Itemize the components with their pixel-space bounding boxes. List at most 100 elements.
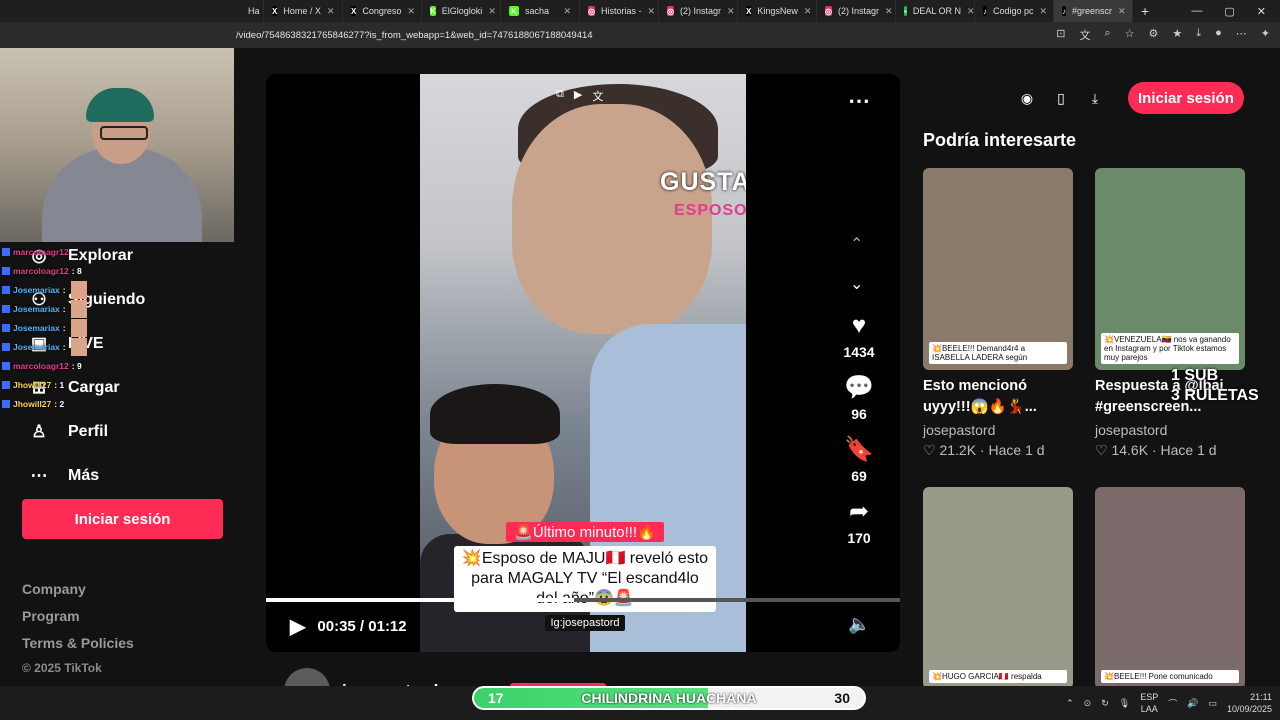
taskbar-clock[interactable]: 21:11 10/09/2025	[1227, 691, 1272, 715]
bookmark-icon: 🔖	[844, 436, 874, 463]
extensions-icon[interactable]: ⚙	[1149, 27, 1159, 43]
video-progress-bar[interactable]	[266, 598, 900, 602]
new-tab-button[interactable]: +	[1133, 0, 1157, 22]
caption-text: 💥Esposo de MAJU🇵🇪 reveló esto para MAGAL…	[454, 546, 716, 612]
footer-link[interactable]: Program	[22, 608, 134, 635]
minimize-icon[interactable]: —	[1191, 5, 1202, 17]
close-tab-icon[interactable]: ✕	[327, 6, 335, 17]
chat-line: Josemariax:	[2, 337, 122, 356]
like-button[interactable]: ♥ 1434	[834, 312, 884, 360]
favorite-star-icon[interactable]: ☆	[1125, 27, 1135, 43]
suggestions-title: Podría interesarte	[923, 130, 1077, 150]
url-text[interactable]: /video/7548638321765846277?is_from_webap…	[236, 30, 593, 41]
volume-tray-icon[interactable]: 🔊	[1187, 698, 1198, 709]
tab-favicon-icon: ◎	[667, 6, 674, 16]
save-button[interactable]: 🔖 69	[834, 436, 884, 484]
copilot-icon[interactable]: ✦	[1261, 27, 1270, 43]
tab-label: sacha	[525, 6, 550, 16]
maximize-icon[interactable]: ▢	[1224, 5, 1234, 18]
volume-icon[interactable]: 🔈	[848, 614, 870, 635]
close-tab-icon[interactable]: ✕	[407, 6, 415, 17]
close-tab-icon[interactable]: ✕	[1118, 6, 1126, 17]
more-options-icon[interactable]: ⋯	[848, 88, 870, 114]
browser-tab[interactable]: X Home / X ✕	[264, 0, 343, 22]
browser-tab[interactable]: ◎ (2) Instagr ✕	[817, 0, 896, 22]
browser-tab[interactable]: K ElGlogloki ✕	[422, 0, 501, 22]
browser-tab[interactable]: ▪ DEAL OR N ✕	[896, 0, 975, 22]
close-tab-icon[interactable]: ✕	[1040, 6, 1048, 17]
sync-icon[interactable]: ↻	[1101, 698, 1109, 709]
play-icon[interactable]: ▶	[290, 614, 305, 639]
browser-tab[interactable]: ◎ Historias - ✕	[580, 0, 659, 22]
pip-icon[interactable]: ⧉	[556, 88, 564, 104]
stream-chat: marcoloagr12 marcoloagr12: 8 Josemariax: Jo…	[2, 242, 122, 413]
video-thumbnail[interactable]: 💥BEELE!!! Pone comunicado	[1095, 487, 1245, 686]
video-thumbnail[interactable]: 💥VENEZUELA🇻🇪 nos va ganando en Instagram…	[1095, 168, 1245, 370]
card-title[interactable]: Esto mencionó uyyy!!!😱🔥💃...	[923, 376, 1073, 418]
chat-emote-icon	[70, 337, 87, 356]
video-author-row: josepastord	[284, 668, 607, 686]
browser-tab[interactable]: X KingsNew ✕	[738, 0, 817, 22]
video-thumbnail[interactable]: 💥HUGO GARCIA🇵🇪 respalda	[923, 487, 1073, 686]
browser-menu-icon[interactable]: ⋯	[1236, 27, 1247, 43]
card-author[interactable]: josepastord	[1095, 422, 1245, 438]
stream-roulette-bar: 17 CHILINDRINA HUACHANA 30	[472, 686, 866, 710]
footer-link[interactable]: Terms & Policies	[22, 635, 134, 662]
favorites-icon[interactable]: ★	[1172, 27, 1182, 43]
miniplayer-icon[interactable]: ▶	[574, 88, 582, 104]
card-author[interactable]: josepastord	[923, 422, 1073, 438]
close-window-icon[interactable]: ✕	[1257, 5, 1266, 18]
browser-tab[interactable]: Ha✕	[234, 0, 264, 22]
tray-app-icon[interactable]: ⊙	[1084, 698, 1092, 709]
device-icon[interactable]: ▯	[1050, 87, 1072, 109]
close-tab-icon[interactable]: ✕	[804, 6, 812, 17]
sidebar-item-5[interactable]: ♙ Perfil	[0, 410, 245, 454]
sidebar-login-button[interactable]: Iniciar sesión	[22, 499, 223, 539]
tray-chevron-icon[interactable]: ⌃	[1066, 698, 1074, 709]
translate-icon[interactable]: 文	[1079, 27, 1090, 43]
sidebar-item-6[interactable]: ⋯ Más	[0, 454, 245, 498]
close-tab-icon[interactable]: ✕	[727, 6, 735, 17]
close-tab-icon[interactable]: ✕	[967, 6, 974, 17]
video-tool-icons: ⧉ ▶ 文	[556, 88, 603, 104]
zoom-icon[interactable]: ⌕	[1104, 27, 1110, 43]
close-tab-icon[interactable]: ✕	[648, 6, 656, 17]
close-tab-icon[interactable]: ✕	[563, 6, 571, 17]
suggested-video-card[interactable]: 💥BEELE!!! Demand4r4 a ISABELLA LADERA se…	[923, 168, 1073, 459]
suggested-video-card[interactable]: 💥HUGO GARCIA🇵🇪 respalda	[923, 487, 1073, 686]
network-icon[interactable]: ⌒	[1168, 697, 1177, 710]
window-controls: — ▢ ✕	[1191, 0, 1280, 22]
install-app-icon[interactable]: ⊡	[1056, 27, 1065, 43]
video-player[interactable]: GUSTA ESPOSO ⧉ ▶ 文 🚨Último minuto!!!🔥 💥E…	[266, 74, 900, 652]
coin-icon[interactable]: ◉	[1016, 87, 1038, 109]
close-tab-icon[interactable]: ✕	[488, 6, 496, 17]
browser-tab[interactable]: X Congreso ✕	[343, 0, 422, 22]
next-video-icon[interactable]: ⌄	[850, 274, 863, 294]
header-login-button[interactable]: Iniciar sesión	[1128, 82, 1244, 114]
suggested-video-card[interactable]: 💥VENEZUELA🇻🇪 nos va ganando en Instagram…	[1095, 168, 1245, 459]
previous-video-icon[interactable]: ⌃	[850, 234, 863, 254]
browser-tab[interactable]: ◎ (2) Instagr ✕	[659, 0, 738, 22]
footer-link[interactable]: Company	[22, 581, 134, 608]
author-avatar[interactable]	[284, 668, 330, 686]
suggested-video-card[interactable]: 💥BEELE!!! Pone comunicado	[1095, 487, 1245, 686]
browser-tab[interactable]: ♪ Codigo pc ✕	[975, 0, 1054, 22]
translate-caption-icon[interactable]: 文	[592, 88, 603, 104]
download-icon[interactable]: ⤓	[1084, 87, 1106, 109]
chat-line: Jhowill27: 1	[2, 375, 122, 394]
video-frame[interactable]: GUSTA ESPOSO ⧉ ▶ 文 🚨Último minuto!!!🔥 💥E…	[420, 74, 746, 652]
language-indicator[interactable]: ESP LAA	[1140, 691, 1158, 715]
mic-icon[interactable]: 🎙	[1119, 698, 1130, 709]
close-tab-icon[interactable]: ✕	[885, 6, 893, 17]
downloads-icon[interactable]: ⤓	[1196, 27, 1201, 43]
comment-button[interactable]: 💬 96	[834, 374, 884, 422]
share-button[interactable]: ➦ 170	[834, 498, 884, 546]
browser-tab[interactable]: ♪ #greenscr ✕	[1054, 0, 1133, 22]
browser-tab[interactable]: Ksacha ✕	[501, 0, 580, 22]
battery-icon[interactable]: ▭	[1208, 698, 1217, 709]
video-thumbnail[interactable]: 💥BEELE!!! Demand4r4 a ISABELLA LADERA se…	[923, 168, 1073, 370]
profile-avatar-icon[interactable]: ●	[1215, 27, 1222, 43]
browser-tab-bar: Ha✕XHome / X✕XCongreso✕KElGlogloki✕Ksach…	[0, 0, 1280, 22]
caption-ig: Ig:josepastord	[545, 615, 625, 631]
chat-message: : 2	[54, 398, 65, 409]
